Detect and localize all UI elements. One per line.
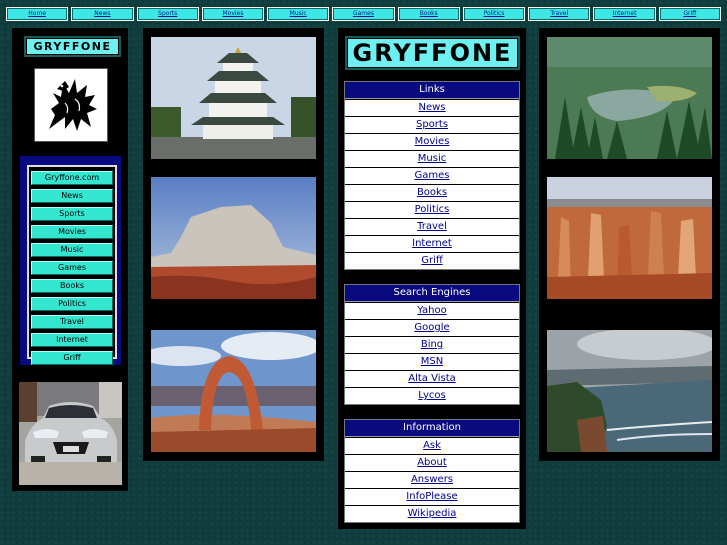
topnav-music[interactable]: Music bbox=[267, 7, 330, 21]
side-menu-politics[interactable]: Politics bbox=[31, 297, 113, 311]
link-music[interactable]: Music bbox=[345, 150, 519, 167]
red-hoodoos-photo bbox=[547, 177, 712, 299]
link-games[interactable]: Games bbox=[345, 167, 519, 184]
side-menu-music[interactable]: Music bbox=[31, 243, 113, 257]
site-logo-large[interactable]: GRYFFONE bbox=[345, 36, 520, 70]
link-lycos[interactable]: Lycos bbox=[345, 387, 519, 404]
topnav-internet[interactable]: Internet bbox=[593, 7, 656, 21]
top-nav: Home News Sports Movies Music Games Book… bbox=[6, 7, 721, 21]
side-menu-sports[interactable]: Sports bbox=[31, 207, 113, 221]
photo-column-left bbox=[143, 28, 324, 461]
side-menu-movies[interactable]: Movies bbox=[31, 225, 113, 239]
link-news[interactable]: News bbox=[345, 99, 519, 116]
link-answers[interactable]: Answers bbox=[345, 471, 519, 488]
search-engines-box: Search Engines Yahoo Google Bing MSN Alt… bbox=[344, 284, 520, 405]
photo-column-right bbox=[539, 28, 720, 461]
topnav-politics[interactable]: Politics bbox=[462, 7, 526, 21]
desert-mesa-photo bbox=[151, 177, 316, 299]
griffin-logo-icon bbox=[34, 68, 108, 142]
left-sidebar: GRYFFONE Gryffone.com News Sports Movies… bbox=[12, 28, 128, 491]
topnav-griff[interactable]: Griff bbox=[658, 7, 721, 21]
forest-lake-photo bbox=[547, 37, 712, 159]
links-box: Links News Sports Movies Music Games Boo… bbox=[344, 81, 520, 270]
site-logo-small[interactable]: GRYFFONE bbox=[24, 36, 121, 57]
link-internet[interactable]: Internet bbox=[345, 235, 519, 252]
delicate-arch-photo bbox=[151, 330, 316, 452]
link-books[interactable]: Books bbox=[345, 184, 519, 201]
link-sports[interactable]: Sports bbox=[345, 116, 519, 133]
link-wikipedia[interactable]: Wikipedia bbox=[345, 505, 519, 522]
link-about[interactable]: About bbox=[345, 454, 519, 471]
side-menu-gryffone[interactable]: Gryffone.com bbox=[31, 171, 113, 185]
link-altavista[interactable]: Alta Vista bbox=[345, 370, 519, 387]
search-engines-header: Search Engines bbox=[345, 285, 519, 302]
topnav-books[interactable]: Books bbox=[397, 7, 460, 21]
topnav-movies[interactable]: Movies bbox=[201, 7, 265, 21]
link-movies[interactable]: Movies bbox=[345, 133, 519, 150]
topnav-games[interactable]: Games bbox=[332, 7, 395, 21]
side-menu-news[interactable]: News bbox=[31, 189, 113, 203]
link-griff[interactable]: Griff bbox=[345, 252, 519, 269]
side-menu-games[interactable]: Games bbox=[31, 261, 113, 275]
side-menu-books[interactable]: Books bbox=[31, 279, 113, 293]
link-google[interactable]: Google bbox=[345, 319, 519, 336]
topnav-travel[interactable]: Travel bbox=[528, 7, 591, 21]
information-box: Information Ask About Answers InfoPlease… bbox=[344, 419, 520, 523]
link-msn[interactable]: MSN bbox=[345, 353, 519, 370]
side-menu: Gryffone.com News Sports Movies Music Ga… bbox=[27, 165, 117, 365]
side-menu-griff[interactable]: Griff bbox=[31, 351, 113, 365]
car-photo bbox=[19, 382, 122, 485]
coastal-cliffs-photo bbox=[547, 330, 712, 452]
link-travel[interactable]: Travel bbox=[345, 218, 519, 235]
link-bing[interactable]: Bing bbox=[345, 336, 519, 353]
topnav-news[interactable]: News bbox=[71, 7, 134, 21]
topnav-sports[interactable]: Sports bbox=[136, 7, 199, 21]
link-infoplease[interactable]: InfoPlease bbox=[345, 488, 519, 505]
link-politics[interactable]: Politics bbox=[345, 201, 519, 218]
link-yahoo[interactable]: Yahoo bbox=[345, 302, 519, 319]
information-header: Information bbox=[345, 420, 519, 437]
links-header: Links bbox=[345, 82, 519, 99]
side-menu-internet[interactable]: Internet bbox=[31, 333, 113, 347]
link-ask[interactable]: Ask bbox=[345, 437, 519, 454]
side-menu-frame: Gryffone.com News Sports Movies Music Ga… bbox=[20, 156, 121, 365]
center-links-panel: GRYFFONE Links News Sports Movies Music … bbox=[338, 28, 526, 529]
side-menu-travel[interactable]: Travel bbox=[31, 315, 113, 329]
topnav-home[interactable]: Home bbox=[6, 7, 69, 21]
japanese-castle-photo bbox=[151, 37, 316, 159]
